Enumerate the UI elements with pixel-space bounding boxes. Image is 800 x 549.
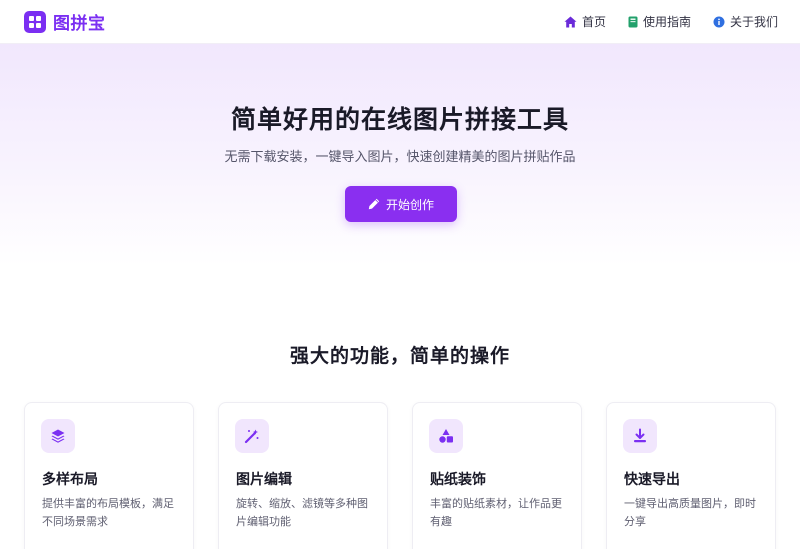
feature-card-title: 快速导出 bbox=[624, 472, 680, 488]
feature-card-desc: 旋转、缩放、滤镜等多种图片编辑功能 bbox=[236, 497, 368, 528]
magic-wand-icon bbox=[235, 419, 269, 453]
feature-card-desc: 丰富的贴纸素材，让作品更有趣 bbox=[430, 497, 562, 528]
brand[interactable]: 图拼宝 bbox=[24, 9, 106, 34]
feature-card-export[interactable]: 快速导出 一键导出高质量图片，即时分享 bbox=[606, 402, 776, 549]
layers-icon bbox=[41, 419, 75, 453]
nav-item-label: 首页 bbox=[581, 15, 606, 29]
nav-item-label: 关于我们 bbox=[729, 15, 778, 29]
nav-item-about[interactable]: 关于我们 bbox=[713, 13, 778, 30]
feature-card-sticker[interactable]: 贴纸装饰 丰富的贴纸素材，让作品更有趣 bbox=[412, 402, 582, 549]
info-icon bbox=[713, 16, 725, 27]
pencil-icon bbox=[368, 198, 380, 210]
feature-card-title: 图片编辑 bbox=[236, 472, 292, 488]
feature-card-title: 多样布局 bbox=[42, 472, 98, 488]
hero-section: 简单好用的在线图片拼接工具 无需下载安装，一键导入图片，快速创建精美的图片拼贴作… bbox=[0, 44, 800, 266]
feature-card-edit[interactable]: 图片编辑 旋转、缩放、滤镜等多种图片编辑功能 bbox=[218, 402, 388, 549]
feature-card-desc: 提供丰富的布局模板，满足不同场景需求 bbox=[42, 497, 174, 528]
nav-menu: 首页 使用指南 关于我们 bbox=[564, 13, 778, 30]
feature-cards: 多样布局 提供丰富的布局模板，满足不同场景需求 图片编辑 旋转、缩放、滤镜等多种… bbox=[24, 402, 780, 549]
feature-card-layout[interactable]: 多样布局 提供丰富的布局模板，满足不同场景需求 bbox=[24, 402, 194, 549]
feature-card-desc: 一键导出高质量图片，即时分享 bbox=[624, 497, 756, 528]
top-navbar: 图拼宝 首页 使用指南 关于我们 bbox=[0, 0, 800, 44]
hero-title: 简单好用的在线图片拼接工具 bbox=[230, 105, 569, 134]
download-icon bbox=[623, 419, 657, 453]
hero-subtitle: 无需下载安装，一键导入图片，快速创建精美的图片拼贴作品 bbox=[224, 150, 576, 165]
grid-icon bbox=[24, 10, 46, 33]
book-icon bbox=[628, 16, 638, 27]
nav-item-label: 使用指南 bbox=[642, 15, 691, 29]
nav-item-home[interactable]: 首页 bbox=[564, 13, 606, 30]
start-create-button[interactable]: 开始创作 bbox=[345, 186, 457, 222]
feature-card-title: 贴纸装饰 bbox=[430, 472, 486, 488]
nav-item-guide[interactable]: 使用指南 bbox=[628, 13, 691, 30]
home-icon bbox=[564, 16, 577, 27]
brand-name: 图拼宝 bbox=[53, 14, 106, 34]
features-title: 强大的功能，简单的操作 bbox=[289, 345, 510, 367]
start-create-label: 开始创作 bbox=[385, 197, 434, 212]
shapes-icon bbox=[429, 419, 463, 453]
